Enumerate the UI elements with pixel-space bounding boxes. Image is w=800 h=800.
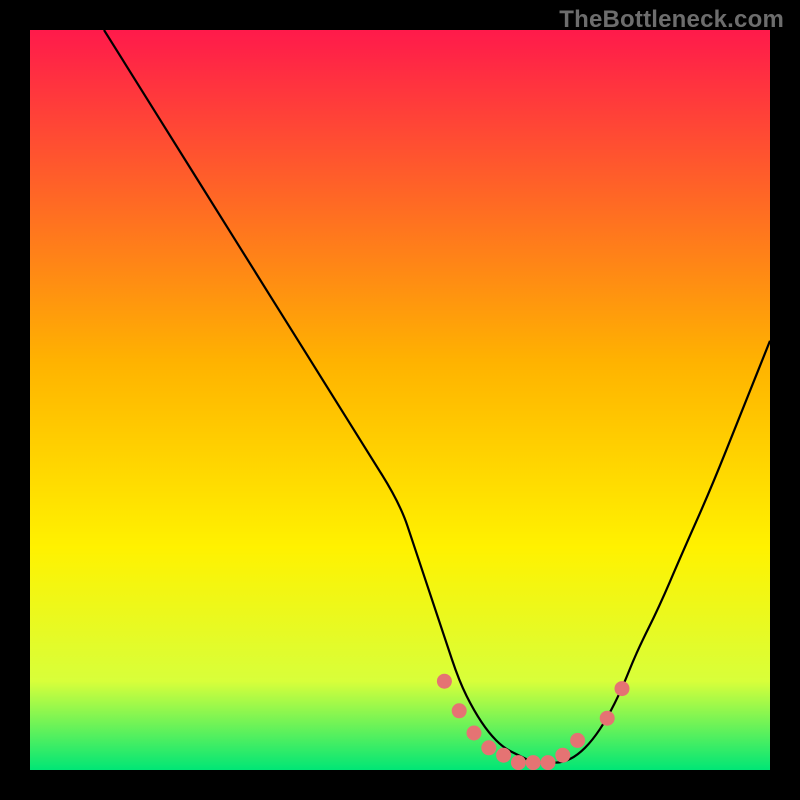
curve-marker: [496, 748, 511, 763]
curve-marker: [467, 726, 482, 741]
bottleneck-chart: [30, 30, 770, 770]
curve-marker: [555, 748, 570, 763]
curve-marker: [570, 733, 585, 748]
gradient-background: [30, 30, 770, 770]
curve-marker: [437, 674, 452, 689]
curve-marker: [481, 740, 496, 755]
curve-marker: [526, 755, 541, 770]
curve-marker: [511, 755, 526, 770]
curve-marker: [452, 703, 467, 718]
curve-marker: [615, 681, 630, 696]
chart-frame: { "watermark": "TheBottleneck.com", "col…: [0, 0, 800, 800]
curve-marker: [541, 755, 556, 770]
curve-marker: [600, 711, 615, 726]
